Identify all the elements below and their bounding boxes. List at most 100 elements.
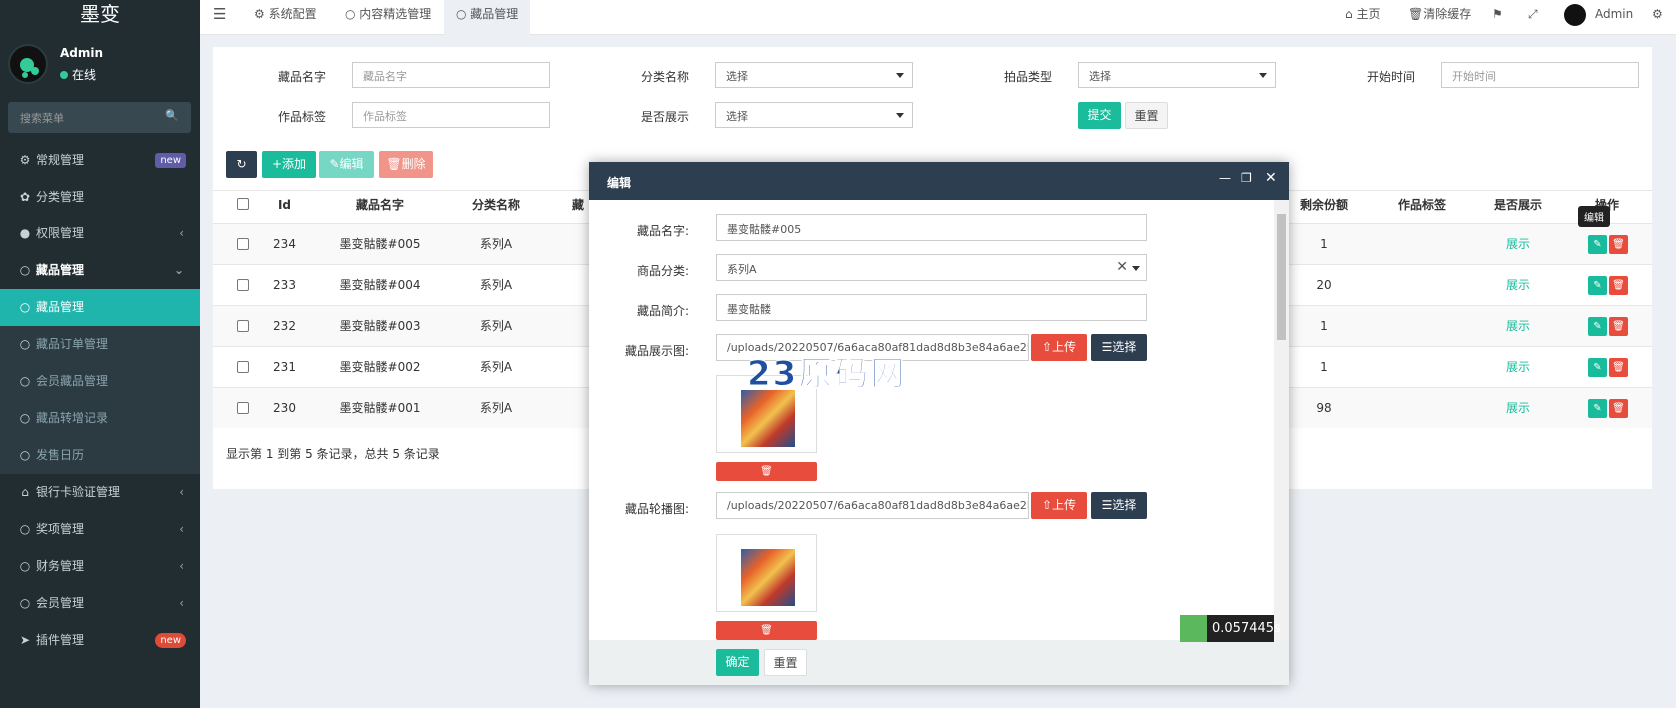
display-image-delete[interactable]: 🗑 bbox=[716, 462, 817, 481]
minimize-icon[interactable]: — bbox=[1219, 171, 1231, 185]
clear-icon[interactable]: ✕ bbox=[1116, 259, 1128, 275]
sidebar-search-input[interactable]: 搜索菜单 🔍 bbox=[8, 102, 191, 133]
row-checkbox[interactable] bbox=[237, 279, 249, 291]
modal-name-input[interactable]: 墨变骷髅#005 bbox=[716, 214, 1147, 241]
col-show[interactable]: 是否展示 bbox=[1468, 190, 1568, 220]
plus-icon: + bbox=[271, 157, 283, 171]
sidebar-item-transfer[interactable]: ○ 藏品转增记录 bbox=[0, 400, 200, 437]
row-checkbox[interactable] bbox=[237, 238, 249, 250]
display-upload-button[interactable]: ⇧上传 bbox=[1031, 334, 1087, 361]
row-remaining: 1 bbox=[1320, 360, 1328, 374]
filter-start-input[interactable]: 开始时间 bbox=[1441, 62, 1639, 88]
tab-content[interactable]: ○ 内容精选管理 bbox=[333, 0, 443, 35]
circle-icon: ○ bbox=[19, 559, 31, 573]
sidebar-item-collection[interactable]: ○ 藏品管理 bbox=[0, 289, 200, 326]
row-show-status[interactable]: 展示 bbox=[1468, 306, 1568, 347]
modal-reset-button[interactable]: 重置 bbox=[764, 649, 807, 676]
col-tag[interactable]: 作品标签 bbox=[1372, 190, 1472, 220]
row-edit-button[interactable]: ✎ bbox=[1588, 358, 1607, 377]
row-delete-button[interactable]: 🗑 bbox=[1609, 399, 1628, 418]
carousel-choose-button[interactable]: ☰选择 bbox=[1091, 492, 1147, 519]
modal-category-label: 商品分类: bbox=[636, 264, 689, 278]
admin-avatar[interactable] bbox=[1564, 4, 1586, 26]
clear-cache-link[interactable]: 🗑清除缓存 bbox=[1408, 0, 1471, 28]
sidebar-item-finance[interactable]: ○ 财务管理 ‹ bbox=[0, 548, 200, 585]
circle-icon: ○ bbox=[19, 300, 31, 314]
row-delete-button[interactable]: 🗑 bbox=[1609, 235, 1628, 254]
row-show-status[interactable]: 展示 bbox=[1468, 388, 1568, 429]
tab-collection[interactable]: ○ 藏品管理 bbox=[444, 0, 531, 35]
row-checkbox[interactable] bbox=[237, 361, 249, 373]
sidebar-item-members[interactable]: ○ 会员管理 ‹ bbox=[0, 585, 200, 622]
confirm-button[interactable]: 确定 bbox=[716, 649, 759, 676]
row-delete-button[interactable]: 🗑 bbox=[1609, 276, 1628, 295]
sidebar-item-permission[interactable]: ● 权限管理 ‹ bbox=[0, 215, 200, 252]
add-button[interactable]: +添加 bbox=[262, 151, 316, 178]
sidebar-item-plugins[interactable]: ➤ 插件管理 new bbox=[0, 622, 200, 659]
language-icon[interactable]: ⚑ bbox=[1492, 0, 1503, 28]
tab-label: 系统配置 bbox=[268, 7, 317, 21]
maximize-icon[interactable]: ❐ bbox=[1241, 171, 1252, 185]
row-delete-button[interactable]: 🗑 bbox=[1609, 358, 1628, 377]
submit-button[interactable]: 提交 bbox=[1078, 102, 1121, 129]
filter-name-input[interactable]: 藏品名字 bbox=[352, 62, 550, 88]
col-remaining[interactable]: 剩余份额 bbox=[1284, 190, 1364, 220]
row-edit-button[interactable]: ✎ bbox=[1588, 276, 1607, 295]
sidebar-item-member-collection[interactable]: ○ 会员藏品管理 bbox=[0, 363, 200, 400]
col-name[interactable]: 藏品名字 bbox=[312, 190, 448, 220]
col-category[interactable]: 分类名称 bbox=[448, 190, 544, 220]
trash-icon: 🗑 bbox=[760, 466, 773, 477]
sidebar-item-label: 常规管理 bbox=[36, 153, 85, 167]
reset-button[interactable]: 重置 bbox=[1125, 102, 1168, 129]
filter-show-select[interactable]: 选择 bbox=[715, 102, 913, 128]
display-choose-button[interactable]: ☰选择 bbox=[1091, 334, 1147, 361]
row-edit-button[interactable]: ✎ bbox=[1588, 317, 1607, 336]
filter-auction-select[interactable]: 选择 bbox=[1078, 62, 1276, 88]
refresh-button[interactable]: ↻ bbox=[226, 151, 257, 178]
fullscreen-icon[interactable]: ⤢ bbox=[1528, 0, 1538, 28]
filter-tag-input[interactable]: 作品标签 bbox=[352, 102, 550, 128]
sidebar-item-calendar[interactable]: ○ 发售日历 bbox=[0, 437, 200, 474]
row-show-status[interactable]: 展示 bbox=[1468, 224, 1568, 265]
sidebar-item-category[interactable]: ✿ 分类管理 bbox=[0, 179, 200, 216]
carousel-image-delete[interactable]: 🗑 bbox=[716, 621, 817, 640]
modal-category-select[interactable]: 系列A ✕ bbox=[716, 254, 1147, 281]
sidebar-item-awards[interactable]: ○ 奖项管理 ‹ bbox=[0, 511, 200, 548]
app-logo[interactable]: 墨变 bbox=[0, 0, 200, 32]
menu-toggle-icon[interactable]: ☰ bbox=[213, 0, 226, 28]
modal-scroll-thumb[interactable] bbox=[1277, 214, 1286, 340]
sidebar-item-bank[interactable]: ⌂ 银行卡验证管理 ‹ bbox=[0, 474, 200, 511]
delete-button[interactable]: 🗑删除 bbox=[379, 151, 433, 178]
row-delete-button[interactable]: 🗑 bbox=[1609, 317, 1628, 336]
pencil-icon: ✎ bbox=[1593, 362, 1602, 373]
row-edit-button[interactable]: ✎ bbox=[1588, 399, 1607, 418]
tab-system-config[interactable]: ⚙ 系统配置 bbox=[242, 0, 329, 35]
row-show-status[interactable]: 展示 bbox=[1468, 265, 1568, 306]
settings-gear-icon[interactable]: ⚙ bbox=[1652, 0, 1663, 28]
col-id[interactable]: Id bbox=[262, 190, 307, 220]
sidebar-item-regular[interactable]: ⚙ 常规管理 new bbox=[0, 142, 200, 179]
search-icon[interactable]: 🔍 bbox=[165, 109, 179, 122]
home-link[interactable]: ⌂ 主页 bbox=[1345, 0, 1380, 28]
edit-button[interactable]: ✎编辑 bbox=[319, 151, 374, 178]
modal-intro-input[interactable]: 墨变骷髅 bbox=[716, 294, 1147, 321]
carousel-image-thumb[interactable] bbox=[716, 534, 817, 612]
carousel-upload-button[interactable]: ⇧上传 bbox=[1031, 492, 1087, 519]
trash-icon: 🗑 bbox=[1612, 239, 1625, 250]
row-checkbox[interactable] bbox=[237, 402, 249, 414]
trash-icon: 🗑 bbox=[386, 157, 402, 171]
modal-carousel-input[interactable]: /uploads/20220507/6a6aca80af81dad8d8b3e8… bbox=[716, 492, 1029, 519]
admin-menu[interactable]: Admin bbox=[1595, 0, 1633, 28]
row-checkbox[interactable] bbox=[237, 320, 249, 332]
select-all-checkbox[interactable] bbox=[237, 198, 249, 210]
row-edit-button[interactable]: ✎ bbox=[1588, 235, 1607, 254]
filter-category-select[interactable]: 选择 bbox=[715, 62, 913, 88]
sidebar-item-label: 藏品管理 bbox=[36, 263, 85, 277]
col-image[interactable]: 藏品 bbox=[544, 190, 589, 242]
row-name: 墨变骷髅#005 bbox=[339, 237, 421, 251]
sidebar-item-orders[interactable]: ○ 藏品订单管理 bbox=[0, 326, 200, 363]
close-icon[interactable]: ✕ bbox=[1265, 170, 1277, 186]
chevron-down-icon[interactable] bbox=[1132, 266, 1140, 275]
sidebar-item-collection-group[interactable]: ○ 藏品管理 ⌄ bbox=[0, 252, 200, 289]
row-show-status[interactable]: 展示 bbox=[1468, 347, 1568, 388]
